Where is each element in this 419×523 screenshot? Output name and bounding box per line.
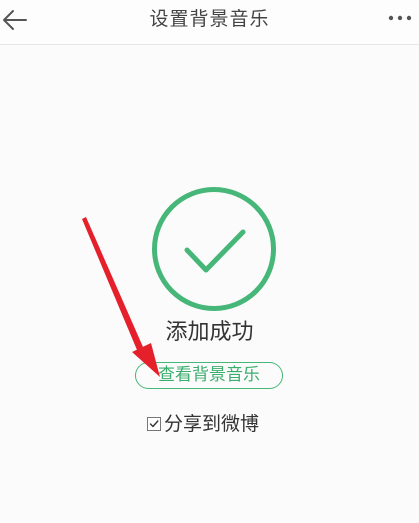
more-button[interactable] <box>381 4 419 32</box>
success-check-icon <box>152 187 276 311</box>
share-label: 分享到微博 <box>164 413 260 435</box>
navigation-bar: 设置背景音乐 <box>0 0 419 45</box>
success-message: 添加成功 <box>165 320 254 345</box>
set-background-music-screen: 设置背景音乐 添加成功 查看背景音乐 分享到微博 <box>0 0 419 523</box>
page-title: 设置背景音乐 <box>149 8 270 30</box>
checkmark-icon <box>149 420 159 428</box>
view-background-music-button[interactable]: 查看背景音乐 <box>135 362 283 389</box>
more-dots-icon <box>388 15 412 21</box>
share-to-weibo-option[interactable]: 分享到微博 <box>147 411 259 437</box>
share-checkbox[interactable] <box>147 417 161 431</box>
